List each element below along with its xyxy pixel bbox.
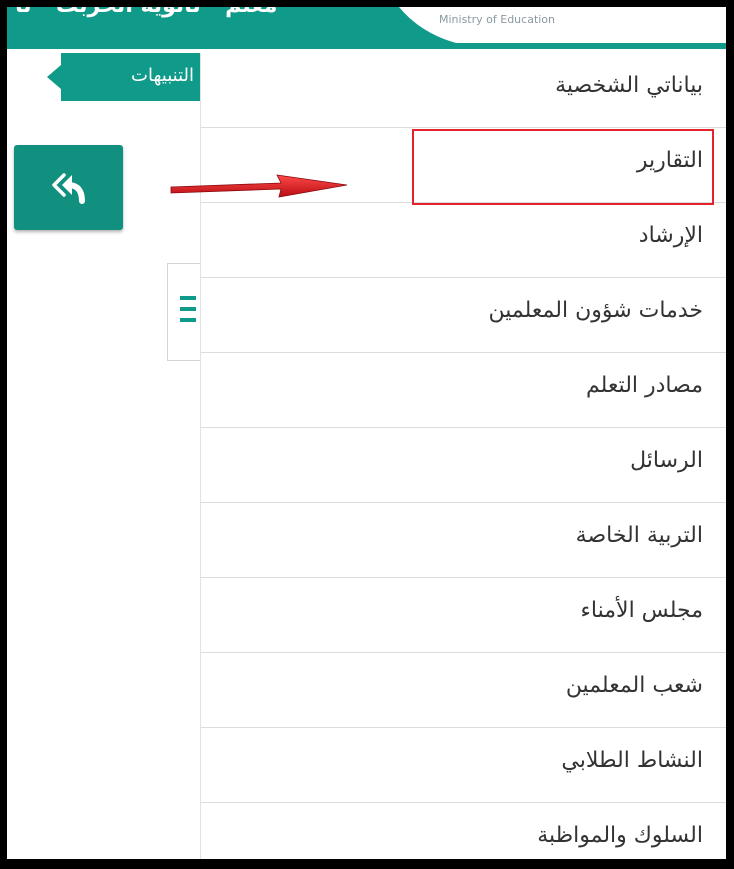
ministry-text: Ministry of Education	[439, 13, 556, 26]
menu-item-label: الرسائل	[630, 448, 703, 473]
menu-item-teacher-services[interactable]: خدمات شؤون المعلمين	[201, 278, 726, 353]
back-arrow-icon	[52, 173, 85, 204]
menu-item-label: الإرشاد	[638, 223, 703, 248]
menu-item-learning-resources[interactable]: مصادر التعلم	[201, 353, 726, 428]
menu-item-messages[interactable]: الرسائل	[201, 428, 726, 503]
screen-frame: معلم - ثانوية الحزبث - ثا Ministry of Ed…	[7, 7, 726, 859]
menu-item-label: مجلس الأمناء	[580, 598, 703, 623]
reports-highlight-box	[412, 129, 714, 205]
chevron-left-icon	[47, 65, 61, 89]
menu-item-trustees-council[interactable]: مجلس الأمناء	[201, 578, 726, 653]
header-bar: معلم - ثانوية الحزبث - ثا Ministry of Ed…	[7, 7, 726, 49]
menu-item-personal-data[interactable]: بياناتي الشخصية	[201, 53, 726, 128]
menu-item-special-education[interactable]: التربية الخاصة	[201, 503, 726, 578]
menu-item-label: بياناتي الشخصية	[555, 73, 703, 98]
menu-item-guidance[interactable]: الإرشاد	[201, 203, 726, 278]
menu-item-teacher-sections[interactable]: شعب المعلمين	[201, 653, 726, 728]
alerts-button[interactable]: التنبيهات	[47, 53, 200, 101]
menu-item-label: السلوك والمواظبة	[537, 823, 703, 848]
header-title: معلم - ثانوية الحزبث - ثا	[15, 7, 277, 18]
menu-item-student-activity[interactable]: النشاط الطلابي	[201, 728, 726, 803]
menu-icon	[180, 296, 196, 322]
menu-item-label: النشاط الطلابي	[561, 748, 703, 773]
menu-item-label: التربية الخاصة	[575, 523, 703, 548]
menu-item-label: مصادر التعلم	[586, 373, 703, 398]
red-arrow-icon	[170, 174, 348, 198]
menu-item-label: شعب المعلمين	[565, 673, 703, 698]
header-line	[7, 43, 726, 49]
menu-item-label: خدمات شؤون المعلمين	[488, 298, 703, 323]
back-button[interactable]	[14, 145, 123, 230]
alerts-label: التنبيهات	[131, 65, 194, 86]
menu-item-behavior-attendance[interactable]: السلوك والمواظبة	[201, 803, 726, 859]
